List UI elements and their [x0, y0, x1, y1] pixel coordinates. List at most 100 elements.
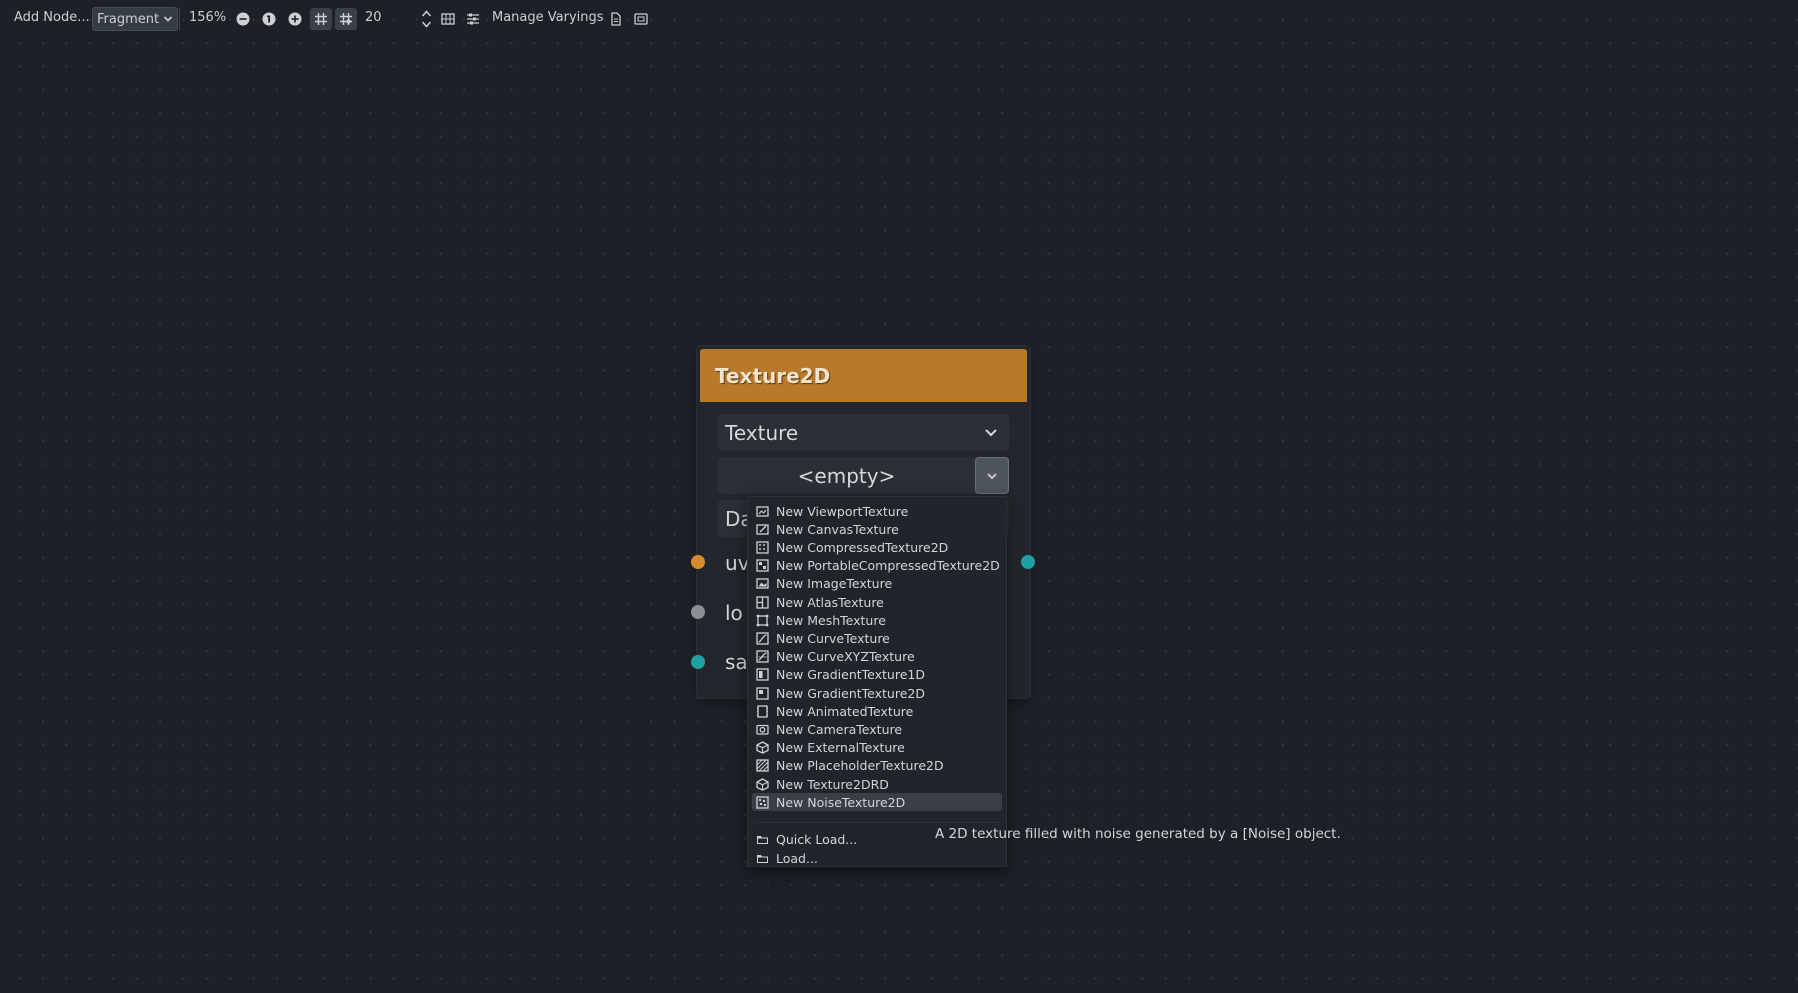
animated-texture-icon	[757, 705, 768, 718]
snap-distance-value: 20	[365, 10, 382, 25]
minimap-button[interactable]	[438, 9, 458, 29]
texture-source-select[interactable]: Texture	[718, 414, 1009, 451]
menu-item-canvas-texture[interactable]: New CanvasTexture	[752, 520, 1002, 538]
canvas-texture-icon	[756, 524, 769, 535]
menu-item-label: New CameraTexture	[776, 721, 903, 737]
port-label-uv: uv	[725, 551, 750, 575]
zoom-in-button[interactable]	[285, 9, 305, 29]
image-texture-icon	[756, 578, 769, 589]
shader-mode-select[interactable]: Fragment	[92, 7, 179, 31]
node-title: Texture2D	[715, 363, 831, 388]
menu-item-label: New GradientTexture1D	[776, 667, 925, 683]
menu-item-viewport-texture[interactable]: New ViewportTexture	[752, 502, 1002, 520]
minimap-icon	[441, 13, 455, 25]
file-icon	[611, 12, 621, 26]
output-port-color[interactable]	[1021, 555, 1035, 569]
menu-item-label: New MeshTexture	[776, 612, 886, 628]
menu-item-label: New CurveTexture	[776, 630, 890, 646]
add-node-button[interactable]: Add Node...	[14, 10, 90, 25]
gradient-texture-1d-icon	[756, 668, 769, 681]
menu-item-label: New PortableCompressedTexture2D	[776, 558, 1000, 574]
menu-item-compressed-texture[interactable]: New CompressedTexture2D	[752, 538, 1002, 556]
menu-item-label: New PlaceholderTexture2D	[776, 758, 944, 774]
zoom-one-icon	[262, 12, 276, 26]
curve-texture-icon	[756, 632, 769, 645]
menu-item-atlas-texture[interactable]: New AtlasTexture	[752, 593, 1002, 611]
menu-item-mesh-texture[interactable]: New MeshTexture	[752, 611, 1002, 629]
grid-icon	[315, 13, 327, 25]
compressed-texture-icon	[756, 541, 769, 554]
zoom-reset-button[interactable]	[259, 9, 279, 29]
external-texture-icon	[756, 741, 769, 754]
mesh-texture-icon	[756, 614, 769, 627]
camera-texture-icon	[756, 724, 769, 735]
viewport-texture-icon	[756, 505, 769, 517]
port-label-lod: lo	[725, 601, 743, 625]
menu-item-label: New Texture2DRD	[776, 776, 889, 792]
preview-button[interactable]	[631, 9, 651, 29]
menu-item-image-texture[interactable]: New ImageTexture	[752, 575, 1002, 593]
input-port-uv[interactable]	[691, 555, 705, 569]
menu-item-camera-texture[interactable]: New CameraTexture	[752, 720, 1002, 738]
folder-icon	[757, 835, 768, 844]
toggle-grid-button[interactable]	[310, 8, 332, 30]
curve-xyz-texture-icon	[756, 650, 769, 663]
noise-texture-icon	[756, 796, 769, 809]
chevron-down-icon	[985, 429, 997, 437]
menu-item-animated-texture[interactable]: New AnimatedTexture	[752, 702, 1002, 720]
shader-mode-value: Fragment	[97, 11, 160, 27]
menu-item-portable-compressed-texture[interactable]: New PortableCompressedTexture2D	[752, 557, 1002, 575]
menu-item-load[interactable]: Load...	[752, 849, 1002, 867]
spin-updown-icon	[421, 10, 432, 28]
zoom-reset-label[interactable]: 156%	[189, 10, 226, 25]
menu-item-label: New GradientTexture2D	[776, 685, 925, 701]
menu-item-external-texture[interactable]: New ExternalTexture	[752, 739, 1002, 757]
arrange-nodes-icon	[467, 13, 479, 25]
menu-item-label: New AtlasTexture	[776, 594, 884, 610]
zoom-percent: 156%	[189, 10, 227, 25]
menu-item-gradient-texture-2d[interactable]: New GradientTexture2D	[752, 684, 1002, 702]
spinbox-arrows[interactable]	[421, 8, 432, 30]
atlas-texture-icon	[756, 595, 769, 609]
placeholder-texture-icon	[756, 759, 769, 772]
zoom-out-button[interactable]	[233, 9, 253, 29]
manage-varyings-button[interactable]: Manage Varyings	[492, 10, 604, 25]
manage-varyings-label: Manage Varyings	[492, 10, 604, 25]
chevron-down-icon	[164, 16, 173, 22]
menu-item-label: New CompressedTexture2D	[776, 539, 949, 555]
snap-distance-spinbox[interactable]: 20	[365, 10, 382, 25]
input-port-lod[interactable]	[691, 605, 705, 619]
tooltip-text: A 2D texture filled with noise generated…	[935, 826, 1341, 842]
menu-item-label: New AnimatedTexture	[776, 703, 914, 719]
menu-item-curve-xyz-texture[interactable]: New CurveXYZTexture	[752, 648, 1002, 666]
texture-resource-picker[interactable]: <empty>	[718, 457, 1009, 494]
portable-compressed-texture-icon	[756, 559, 769, 572]
arrange-nodes-button[interactable]	[463, 9, 483, 29]
toggle-snap-button[interactable]	[335, 8, 357, 30]
show-code-button[interactable]	[606, 9, 626, 29]
menu-item-label: New CanvasTexture	[776, 521, 899, 537]
menu-item-placeholder-texture[interactable]: New PlaceholderTexture2D	[752, 757, 1002, 775]
input-port-sampler[interactable]	[691, 655, 705, 669]
texture-source-value: Texture	[725, 420, 799, 445]
menu-item-label: New CurveXYZTexture	[776, 649, 915, 665]
menu-item-noise-texture[interactable]: New NoiseTexture2D	[752, 793, 1002, 812]
chevron-down-icon	[987, 472, 997, 479]
snap-grid-icon	[340, 13, 352, 25]
tooltip: A 2D texture filled with noise generated…	[935, 826, 1341, 842]
zoom-out-icon	[236, 12, 250, 26]
menu-item-gradient-texture-1d[interactable]: New GradientTexture1D	[752, 666, 1002, 684]
add-node-label: Add Node...	[14, 10, 90, 25]
zoom-in-icon	[288, 12, 302, 26]
preview-icon	[634, 13, 648, 25]
node-header[interactable]: Texture2D	[700, 349, 1027, 402]
menu-item-label: New ViewportTexture	[776, 503, 909, 519]
texture-resource-value: <empty>	[797, 463, 896, 488]
resource-dropdown-button[interactable]	[975, 457, 1009, 494]
new-resource-popup-menu: Quick Load... Load... New ViewportTextur…	[747, 496, 1007, 867]
menu-item-curve-texture[interactable]: New CurveTexture	[752, 629, 1002, 647]
toolbar-divider	[179, 8, 180, 30]
menu-item-texture2drd[interactable]: New Texture2DRD	[752, 775, 1002, 793]
gradient-texture-2d-icon	[756, 686, 769, 700]
port-label-sampler: sa	[725, 650, 748, 674]
